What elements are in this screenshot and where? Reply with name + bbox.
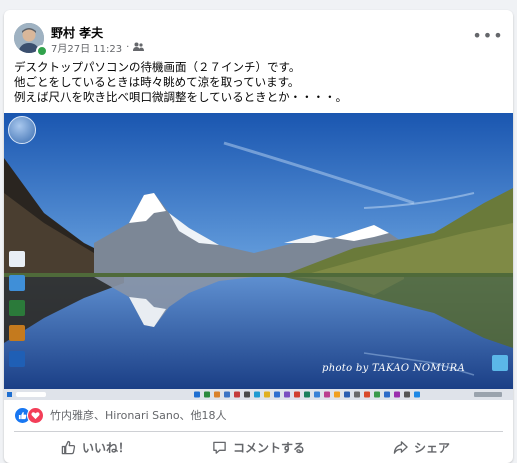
desktop-icon[interactable] (9, 300, 25, 316)
comment-icon (212, 440, 227, 455)
photo-credit: photo by TAKAO NOMURA (322, 363, 465, 374)
post-header: 野村 孝夫 7月27日 11:23 · ••• (4, 10, 513, 60)
post-card: 野村 孝夫 7月27日 11:23 · ••• デスクトップパソコンの待機画面（… (4, 10, 513, 463)
author-name[interactable]: 野村 孝夫 (51, 24, 103, 41)
desktop-icon[interactable] (9, 325, 25, 341)
online-status-indicator (36, 45, 48, 57)
post-text-line: デスクトップパソコンの待機画面（２７インチ）です。 (14, 60, 301, 74)
post-timestamp[interactable]: 7月27日 11:23 (51, 40, 122, 55)
share-icon (393, 440, 408, 455)
taskbar-icons (7, 391, 502, 398)
comment-button[interactable]: コメントする (177, 434, 340, 460)
recycle-bin-icon[interactable] (492, 355, 508, 371)
post-meta: 7月27日 11:23 · (51, 40, 145, 55)
reactors-list[interactable]: 竹内雅彦、Hironari Sano、他18人 (50, 407, 227, 423)
friends-icon (133, 42, 145, 54)
like-icon (61, 440, 76, 455)
separator-dot: · (126, 42, 130, 53)
post-text: デスクトップパソコンの待機画面（２７インチ）です。 他ごとをしているときは時々眺… (14, 60, 504, 105)
share-button-label: シェア (413, 440, 450, 455)
post-photo[interactable]: photo by TAKAO NOMURA (4, 113, 513, 400)
actions-divider (14, 431, 503, 432)
reactions-summary[interactable]: 竹内雅彦、Hironari Sano、他18人 (14, 406, 227, 424)
desktop-icon[interactable] (9, 251, 25, 267)
matterhorn-desktop-image (4, 113, 513, 389)
post-text-line: 例えば尺八を吹き比べ唄口微調整をしているときとか・・・・。 (14, 90, 348, 104)
like-button[interactable]: いいね！ (14, 434, 177, 460)
desktop-icon[interactable] (9, 351, 25, 367)
windows-taskbar[interactable] (4, 389, 513, 400)
desktop-orb-icon[interactable] (8, 116, 36, 144)
comment-button-label: コメントする (232, 440, 305, 455)
more-options-button[interactable]: ••• (472, 26, 502, 45)
post-text-line: 他ごとをしているときは時々眺めて涼を取っています。 (14, 75, 300, 89)
more-horizontal-icon: ••• (472, 25, 504, 45)
share-button[interactable]: シェア (340, 434, 503, 460)
like-button-label: いいね！ (81, 440, 130, 455)
desktop-icon[interactable] (9, 275, 25, 291)
love-reaction-icon (27, 406, 44, 424)
post-actions-bar: いいね！ コメントする シェア (14, 434, 503, 460)
